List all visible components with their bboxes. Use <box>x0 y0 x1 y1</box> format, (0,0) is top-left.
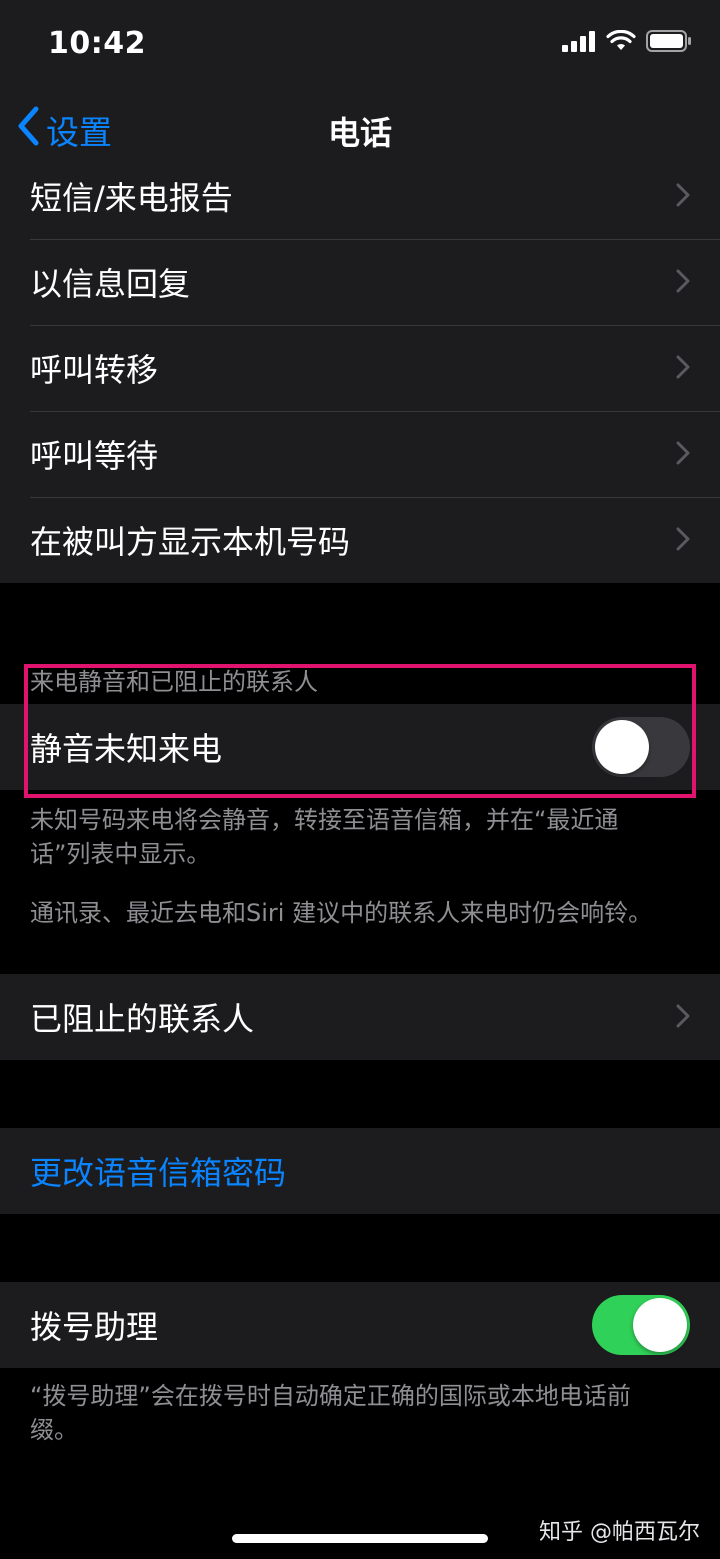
row-label: 已阻止的联系人 <box>30 1000 255 1038</box>
silence-group: 静音未知来电 <box>0 704 720 790</box>
chevron-right-icon <box>676 435 690 473</box>
watermark: 知乎 @帕西瓦尔 <box>539 1520 700 1545</box>
row-label: 更改语音信箱密码 <box>30 1154 287 1192</box>
dial-assist-group: 拨号助理 <box>0 1282 720 1368</box>
chevron-right-icon <box>676 177 690 215</box>
call-forwarding-row[interactable]: 呼叫转移 <box>0 325 720 411</box>
battery-icon <box>646 30 692 56</box>
voicemail-group: 更改语音信箱密码 <box>0 1128 720 1214</box>
page-title: 电话 <box>327 114 392 152</box>
dial-assist-toggle[interactable] <box>592 1295 690 1355</box>
row-label: 静音未知来电 <box>30 730 223 768</box>
silence-footer-note: 未知号码来电将会静音，转接至语音信箱，并在“最近通话”列表中显示。 <box>30 806 619 868</box>
show-caller-id-row[interactable]: 在被叫方显示本机号码 <box>0 497 720 583</box>
sms-call-reporting-row[interactable]: 短信/来电报告 <box>0 153 720 239</box>
home-indicator[interactable] <box>232 1534 488 1543</box>
status-bar: 10:42 <box>0 0 720 88</box>
row-label: 拨号助理 <box>30 1308 159 1346</box>
dial-assist-row: 拨号助理 <box>0 1282 720 1368</box>
silence-unknown-callers-toggle[interactable] <box>592 717 690 777</box>
toggle-knob <box>595 720 649 774</box>
blocked-contacts-row[interactable]: 已阻止的联系人 <box>0 974 720 1060</box>
row-label: 呼叫转移 <box>30 351 159 389</box>
chevron-right-icon <box>676 998 690 1036</box>
row-label: 在被叫方显示本机号码 <box>30 523 351 561</box>
status-icons <box>562 29 692 56</box>
dial-assist-footer-note: “拨号助理”会在拨号时自动确定正确的国际或本地电话前缀。 <box>30 1382 631 1444</box>
row-label: 短信/来电报告 <box>30 179 233 217</box>
call-waiting-row[interactable]: 呼叫等待 <box>0 411 720 497</box>
chevron-right-icon <box>676 349 690 387</box>
row-label: 以信息回复 <box>30 265 191 303</box>
wifi-icon <box>606 29 636 56</box>
status-time: 10:42 <box>48 26 146 61</box>
change-voicemail-password-button[interactable]: 更改语音信箱密码 <box>0 1128 720 1214</box>
row-label: 呼叫等待 <box>30 437 159 475</box>
respond-with-text-row[interactable]: 以信息回复 <box>0 239 720 325</box>
call-settings-group: 短信/来电报告 以信息回复 呼叫转移 呼叫等待 在被叫方显示本机号码 <box>0 153 720 583</box>
toggle-knob <box>633 1298 687 1352</box>
section-header: 来电静音和已阻止的联系人 <box>30 668 318 696</box>
chevron-right-icon <box>676 521 690 559</box>
blocked-group: 已阻止的联系人 <box>0 974 720 1060</box>
silence-footer-note-2: 通讯录、最近去电和Siri 建议中的联系人来电时仍会响铃。 <box>30 899 653 927</box>
cellular-signal-icon <box>562 30 596 56</box>
silence-unknown-callers-row: 静音未知来电 <box>0 704 720 790</box>
chevron-right-icon <box>676 263 690 301</box>
